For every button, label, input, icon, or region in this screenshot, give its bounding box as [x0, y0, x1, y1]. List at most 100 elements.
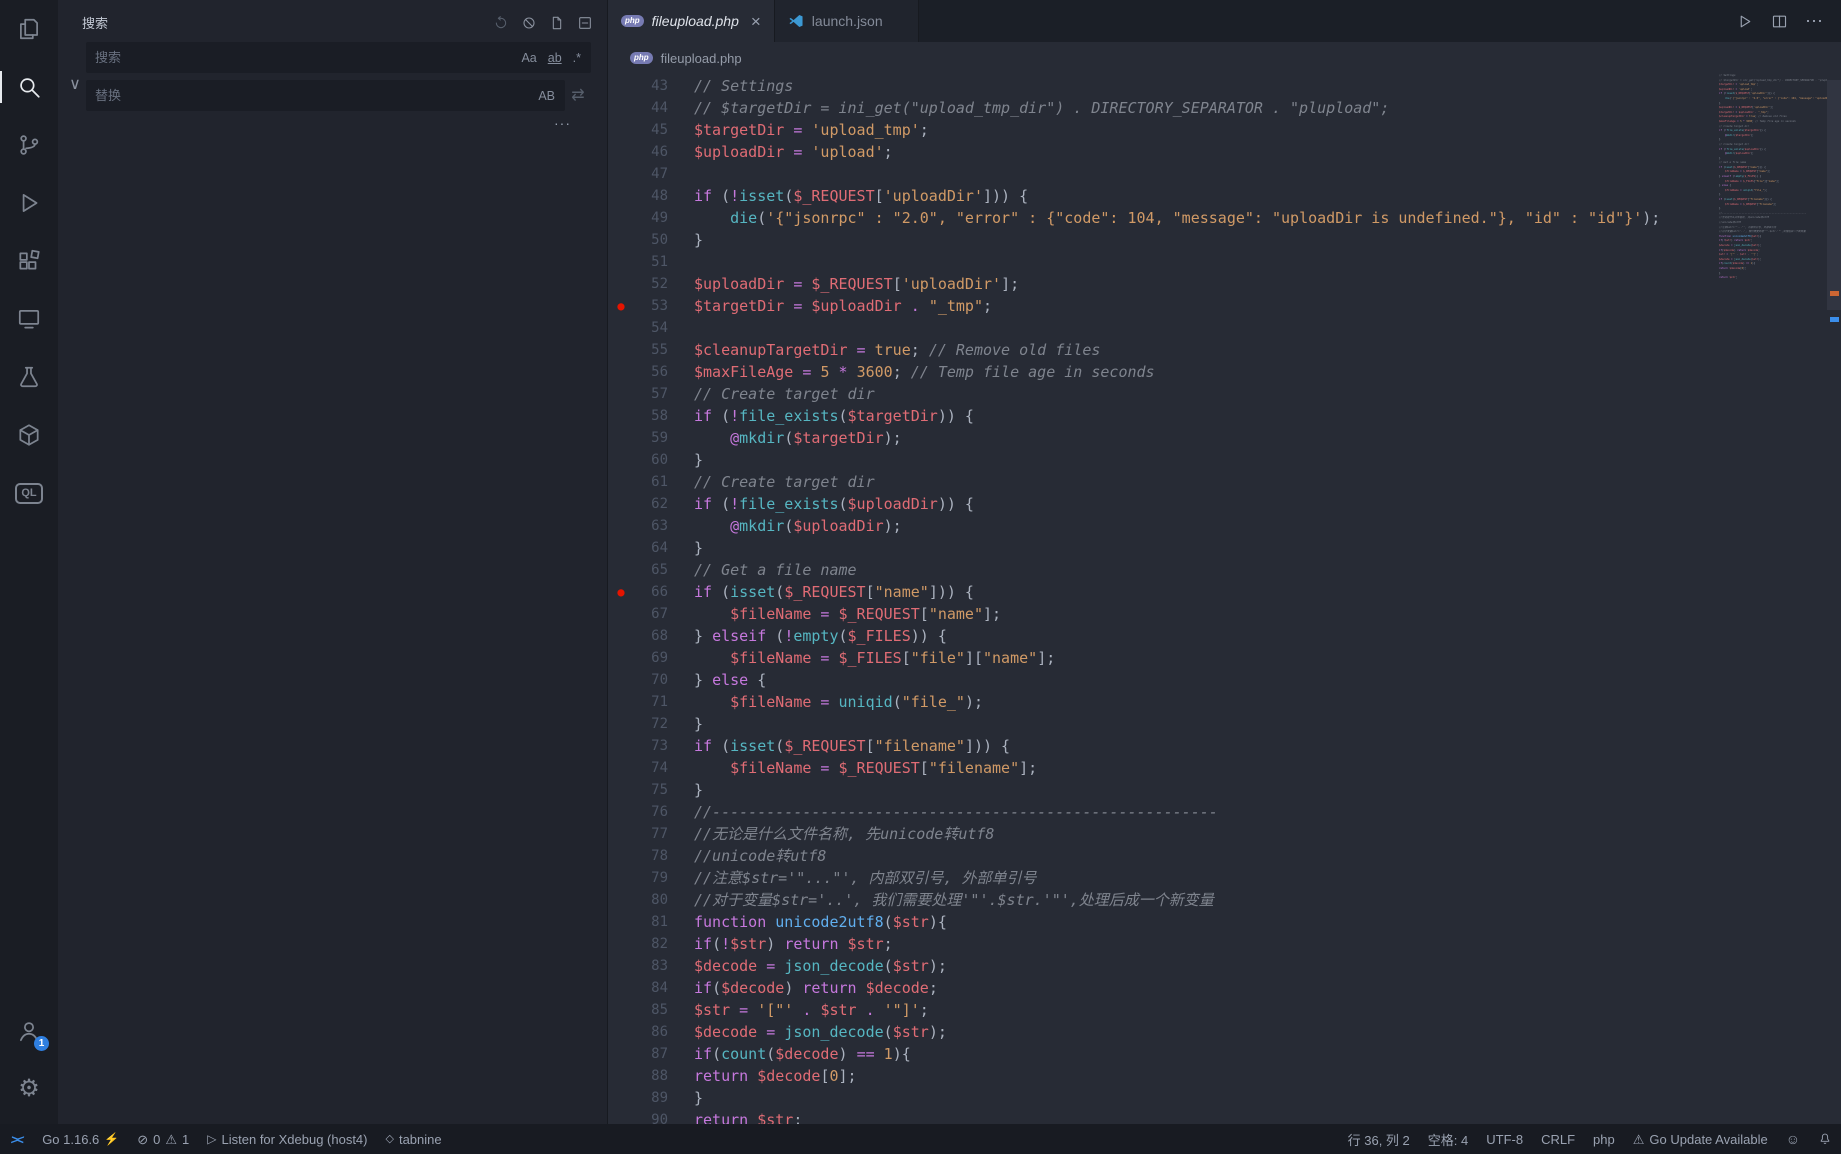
regex-button[interactable]: .*	[569, 49, 585, 67]
gutter-margin[interactable]	[608, 955, 634, 977]
run-or-debug-button[interactable]	[1737, 13, 1754, 30]
gutter-margin[interactable]	[608, 647, 634, 669]
gutter-margin[interactable]	[608, 449, 634, 471]
gutter-margin[interactable]	[608, 999, 634, 1021]
gutter-margin[interactable]	[608, 339, 634, 361]
gutter-margin[interactable]	[608, 669, 634, 691]
gutter-margin[interactable]	[608, 185, 634, 207]
gutter-margin[interactable]	[608, 801, 634, 823]
activity-bar-codeql[interactable]: QL	[0, 464, 58, 522]
preserve-case-button[interactable]: AB	[534, 87, 559, 105]
gutter-margin[interactable]	[608, 735, 634, 757]
status-bar: ><Go 1.16.6⚡⊘0⚠1▷Listen for Xdebug (host…	[0, 1124, 1841, 1154]
gutter-margin[interactable]	[608, 559, 634, 581]
breadcrumb[interactable]: php fileupload.php	[608, 42, 1841, 74]
activity-bar-packages[interactable]	[0, 406, 58, 464]
line-number: 44	[634, 97, 668, 119]
gutter-margin[interactable]	[608, 141, 634, 163]
status-go-version[interactable]: Go 1.16.6⚡	[33, 1124, 128, 1154]
gutter-margin[interactable]	[608, 1087, 634, 1109]
gutter-margin[interactable]	[608, 977, 634, 999]
gutter-margin[interactable]	[608, 823, 634, 845]
gutter-margin[interactable]	[608, 229, 634, 251]
close-icon[interactable]: ×	[751, 13, 761, 30]
gutter-margin[interactable]	[608, 867, 634, 889]
refresh-button[interactable]	[493, 15, 509, 31]
match-case-button[interactable]: Aa	[517, 49, 540, 67]
gutter-margin[interactable]	[608, 1109, 634, 1124]
gutter-margin[interactable]	[608, 383, 634, 405]
gutter-margin[interactable]	[608, 845, 634, 867]
code-line: 80//对于变量$str='..', 我们需要处理'"'.$str.'"',处理…	[608, 889, 1841, 911]
activity-bar-search[interactable]	[0, 58, 58, 116]
gutter-margin[interactable]	[608, 1065, 634, 1087]
toggle-search-details-button[interactable]: ···	[554, 118, 571, 128]
tab-fileupload.php[interactable]: phpfileupload.php×	[608, 0, 775, 42]
gutter-margin[interactable]	[608, 691, 634, 713]
gutter-margin[interactable]	[608, 537, 634, 559]
search-input[interactable]	[95, 50, 514, 65]
toggle-replace-button[interactable]: ∨	[64, 42, 86, 128]
gutter-margin[interactable]	[608, 779, 634, 801]
breakpoint-dot[interactable]: ●	[608, 295, 634, 317]
status-problems[interactable]: ⊘0⚠1	[128, 1124, 198, 1154]
gutter-margin[interactable]	[608, 603, 634, 625]
gutter-margin[interactable]	[608, 471, 634, 493]
status-notifications[interactable]	[1809, 1124, 1841, 1154]
activity-bar-run-debug[interactable]	[0, 174, 58, 232]
new-search-editor-button[interactable]	[549, 15, 565, 31]
gutter-margin[interactable]	[608, 97, 634, 119]
gutter-margin[interactable]	[608, 317, 634, 339]
collapse-button[interactable]	[577, 15, 593, 31]
status-encoding[interactable]: UTF-8	[1477, 1124, 1532, 1154]
status-indentation[interactable]: 空格: 4	[1419, 1124, 1477, 1154]
activity-bar-remote-explorer[interactable]	[0, 290, 58, 348]
gutter-margin[interactable]	[608, 427, 634, 449]
clear-results-button[interactable]	[521, 15, 537, 31]
whole-word-button[interactable]: ab	[544, 49, 566, 67]
editor[interactable]: 43// Settings44// $targetDir = ini_get("…	[608, 74, 1841, 1124]
gutter-margin[interactable]	[608, 713, 634, 735]
gutter-margin[interactable]	[608, 625, 634, 647]
gutter-margin[interactable]	[608, 515, 634, 537]
gutter-margin[interactable]	[608, 757, 634, 779]
breakpoint-dot[interactable]: ●	[608, 581, 634, 603]
status-xdebug-listener[interactable]: ▷Listen for Xdebug (host4)	[198, 1124, 376, 1154]
gutter-margin[interactable]	[608, 889, 634, 911]
status-cursor-position[interactable]: 行 36, 列 2	[1339, 1124, 1419, 1154]
scrollbar-thumb[interactable]	[1827, 80, 1841, 310]
gutter-margin[interactable]	[608, 251, 634, 273]
status-language-mode[interactable]: php	[1584, 1124, 1624, 1154]
more-actions-button[interactable]: ⋯	[1805, 12, 1823, 30]
activity-bar-explorer[interactable]	[0, 0, 58, 58]
gutter-margin[interactable]	[608, 207, 634, 229]
activity-bar-testing[interactable]	[0, 348, 58, 406]
gutter-margin[interactable]	[608, 933, 634, 955]
status-tabnine[interactable]: ◇tabnine	[377, 1124, 451, 1154]
gutter-margin[interactable]	[608, 1043, 634, 1065]
gutter-margin[interactable]	[608, 273, 634, 295]
status-go-update[interactable]: ⚠Go Update Available	[1624, 1124, 1777, 1154]
activity-bar-settings[interactable]: ⚙	[0, 1060, 58, 1118]
gutter-margin[interactable]	[608, 361, 634, 383]
gutter-margin[interactable]	[608, 163, 634, 185]
gutter-margin[interactable]	[608, 1021, 634, 1043]
replace-all-button[interactable]: ⇄	[565, 88, 591, 104]
activity-bar-source-control[interactable]	[0, 116, 58, 174]
gutter-margin[interactable]	[608, 119, 634, 141]
minimap[interactable]: // Settings// $targetDir = ini_get("uplo…	[1719, 74, 1827, 1124]
tab-launch.json[interactable]: launch.json×	[775, 0, 919, 42]
status-eol[interactable]: CRLF	[1532, 1124, 1584, 1154]
status-remote-indicator[interactable]: ><	[0, 1124, 33, 1154]
split-editor-button[interactable]	[1771, 13, 1788, 30]
activity-bar-extensions[interactable]	[0, 232, 58, 290]
settings-gear-icon: ⚙	[18, 1077, 40, 1101]
code-line: 82if(!$str) return $str;	[608, 933, 1841, 955]
activity-bar-accounts[interactable]: 1	[0, 1002, 58, 1060]
gutter-margin[interactable]	[608, 75, 634, 97]
gutter-margin[interactable]	[608, 493, 634, 515]
gutter-margin[interactable]	[608, 405, 634, 427]
status-feedback[interactable]: ☺	[1777, 1124, 1809, 1154]
gutter-margin[interactable]	[608, 911, 634, 933]
replace-input[interactable]	[95, 88, 531, 103]
